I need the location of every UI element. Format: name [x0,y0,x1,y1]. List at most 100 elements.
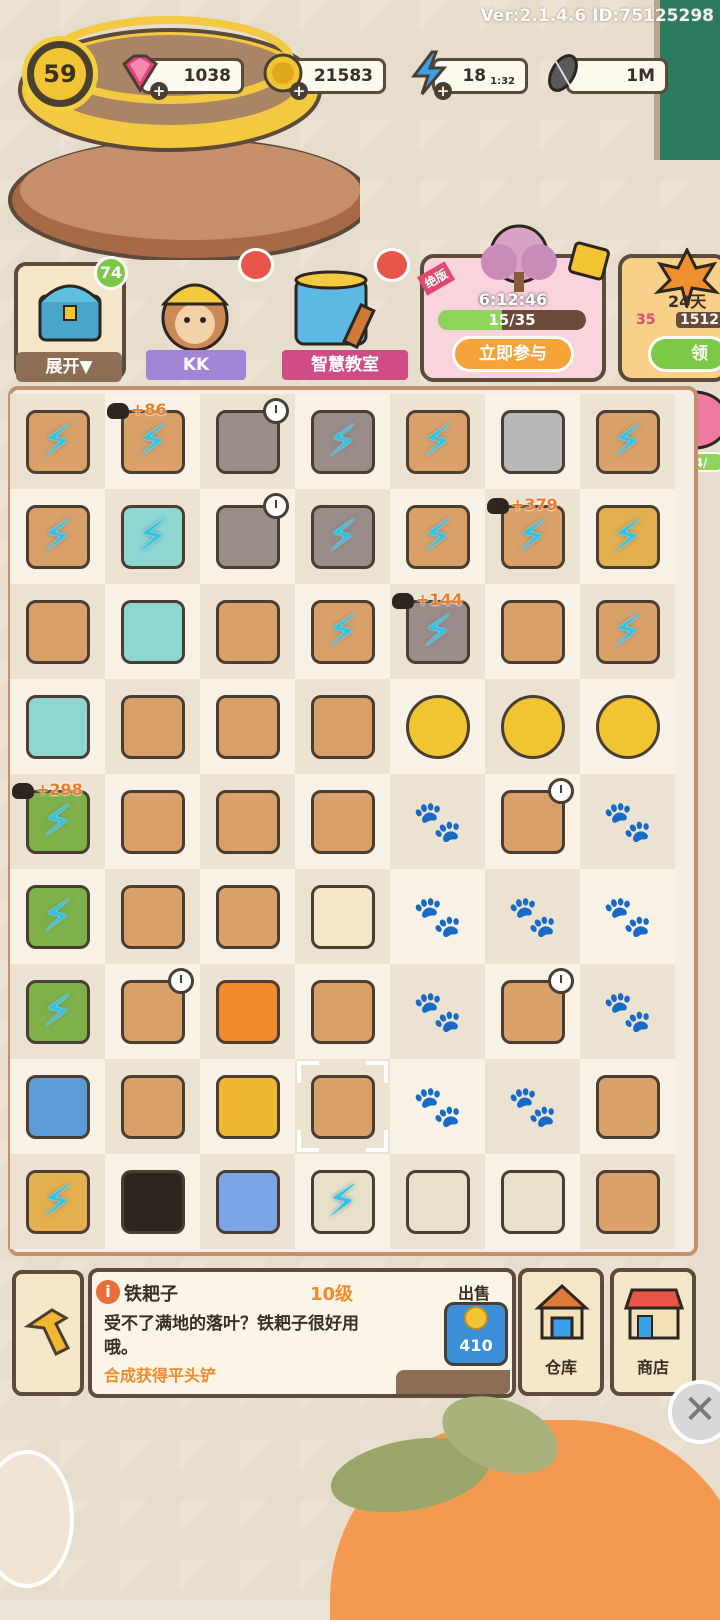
cabinet-icon: ⚡ [25,504,90,569]
player-level-badge[interactable]: 59 [22,36,98,112]
cat-bonus-tag: +379 [487,495,558,514]
smart-classroom-label[interactable]: 智慧教室 [282,350,408,380]
planter-blue-icon [405,1169,470,1234]
board-cell-rake-selected[interactable] [295,1059,390,1154]
item-name: 铁耙子 [124,1284,178,1305]
board-cell-paw[interactable]: 🐾 [485,869,580,964]
board-cell-blue-flower[interactable] [200,1154,295,1249]
add-coins-icon[interactable]: + [290,82,308,100]
board-cell-tree-bolt[interactable]: ⚡ [10,964,105,1059]
board-cell-gold-rock-bolt[interactable]: ⚡ [580,584,675,679]
hard-hat-icon [215,1074,280,1139]
lightning-icon: ⚡ [327,510,358,562]
rake-icon [310,1074,375,1139]
toolbox-icon: ⚡ [405,504,470,569]
shop-label: 商店 [636,1358,669,1377]
board-cell-paw[interactable]: 🐾 [580,774,675,869]
board-cell-spray-bottle[interactable] [200,869,295,964]
board-cell-wheelbarrow[interactable] [485,584,580,679]
ticket-icon [568,241,610,281]
board-cell-toolbox-bolt[interactable]: ⚡ [390,489,485,584]
paw-print-icon: 🐾 [602,989,653,1035]
board-cell-black-cat[interactable] [105,1154,200,1249]
board-cell-bulb-lamp[interactable] [295,774,390,869]
board-cell-toolbox[interactable] [200,584,295,679]
board-cell-tray[interactable] [10,679,105,774]
shop-icon [624,1288,684,1340]
kk-label[interactable]: KK [146,350,246,380]
board-cell-box[interactable] [10,584,105,679]
cat-bonus-value: +86 [131,400,167,419]
board-cell-dirt-box[interactable] [295,679,390,774]
board-cell-saw[interactable] [580,1154,675,1249]
expand-button[interactable]: 展开▼ [16,352,122,382]
version-text: Ver:2.1.4.6 ID:75125298 [480,6,714,26]
board-cell-wrenches[interactable] [105,1059,200,1154]
board-cell-paw[interactable]: 🐾 [485,1059,580,1154]
energy-amount: 18 [462,66,487,86]
board-cell-coins-3[interactable] [485,679,580,774]
board-cell-cart-bolt[interactable]: ⚡ [295,489,390,584]
board-cell-coins-2[interactable] [390,679,485,774]
board-cell-locomotive-clock[interactable] [200,394,295,489]
kk-notification-icon [238,248,274,282]
board-cell-wall-lamp[interactable] [105,774,200,869]
cat-face-icon [12,782,34,799]
board-cell-cart-bolt[interactable]: ⚡ [295,394,390,489]
join-now-button[interactable]: 立即参与 [452,336,574,372]
board-cell-toolbox-open[interactable] [200,679,295,774]
board-cell-crate-bolt[interactable]: ⚡ [390,394,485,489]
board-cell-paw[interactable]: 🐾 [390,1059,485,1154]
board-cell-trowel[interactable] [580,1059,675,1154]
board-cell-paw[interactable]: 🐾 [390,964,485,1059]
paw-print-icon: 🐾 [602,799,653,845]
saw-icon [595,1169,660,1234]
cat-bonus-tag: +298 [12,780,83,799]
tray-icon [25,694,90,759]
board-cell-planter-bolt[interactable]: ⚡ [295,1154,390,1249]
board-cell-wheelbarrow-bolt[interactable]: ⚡ [295,584,390,679]
board-cell-paw[interactable]: 🐾 [390,869,485,964]
add-energy-icon[interactable]: + [434,82,452,100]
claim-button[interactable]: 领 [648,336,720,372]
board-cell-paw[interactable]: 🐾 [390,774,485,869]
board-cell-heater[interactable] [200,774,295,869]
lightning-icon: ⚡ [42,985,73,1037]
board-cell-amber[interactable] [200,964,295,1059]
box-icon [25,599,90,664]
board-cell-pot-bolt[interactable]: ⚡ [580,489,675,584]
board-cell-shelf-bolt[interactable]: ⚡ [10,394,105,489]
board-cell-cabinet-bolt[interactable]: ⚡ [10,489,105,584]
board-cell-lamp[interactable] [295,869,390,964]
toolbox-icon [215,599,280,664]
lightning-icon: ⚡ [137,510,168,562]
sunflower-seed-icon [548,54,578,92]
board-cell-tree-bolt[interactable]: ⚡ [10,869,105,964]
board-cell-stool[interactable] [105,584,200,679]
board-cell-tools-bolt[interactable]: ⚡ [580,394,675,489]
board-cell-arcade[interactable] [10,1059,105,1154]
lightning-icon: ⚡ [612,510,643,562]
board-cell-projector[interactable] [105,869,200,964]
board-cell-coins-stack[interactable] [580,679,675,774]
add-gems-icon[interactable]: + [150,82,168,100]
board-cell-pot-bolt[interactable]: ⚡ [10,1154,105,1249]
board-cell-planter-blue[interactable] [390,1154,485,1249]
info-icon[interactable]: i [96,1280,120,1304]
kk-monkey-avatar[interactable] [150,268,240,354]
board-cell-paw[interactable]: 🐾 [580,964,675,1059]
board-cell-flower-vase-clock[interactable] [485,964,580,1059]
sakura-tree-icon [481,224,557,292]
info-panel-tab [396,1370,510,1394]
board-cell-paw[interactable]: 🐾 [580,869,675,964]
board-cell-hard-hat[interactable] [200,1059,295,1154]
board-cell-handle[interactable] [105,679,200,774]
paint-bucket-icon[interactable] [286,266,386,354]
board-cell-vase-clock[interactable] [485,774,580,869]
board-cell-tripod-lamp-clock[interactable] [105,964,200,1059]
board-cell-train-car-clock[interactable] [200,489,295,584]
board-cell-platform[interactable] [485,394,580,489]
board-cell-bulb[interactable] [295,964,390,1059]
board-cell-glass-door-bolt[interactable]: ⚡ [105,489,200,584]
board-cell-planter-green[interactable] [485,1154,580,1249]
